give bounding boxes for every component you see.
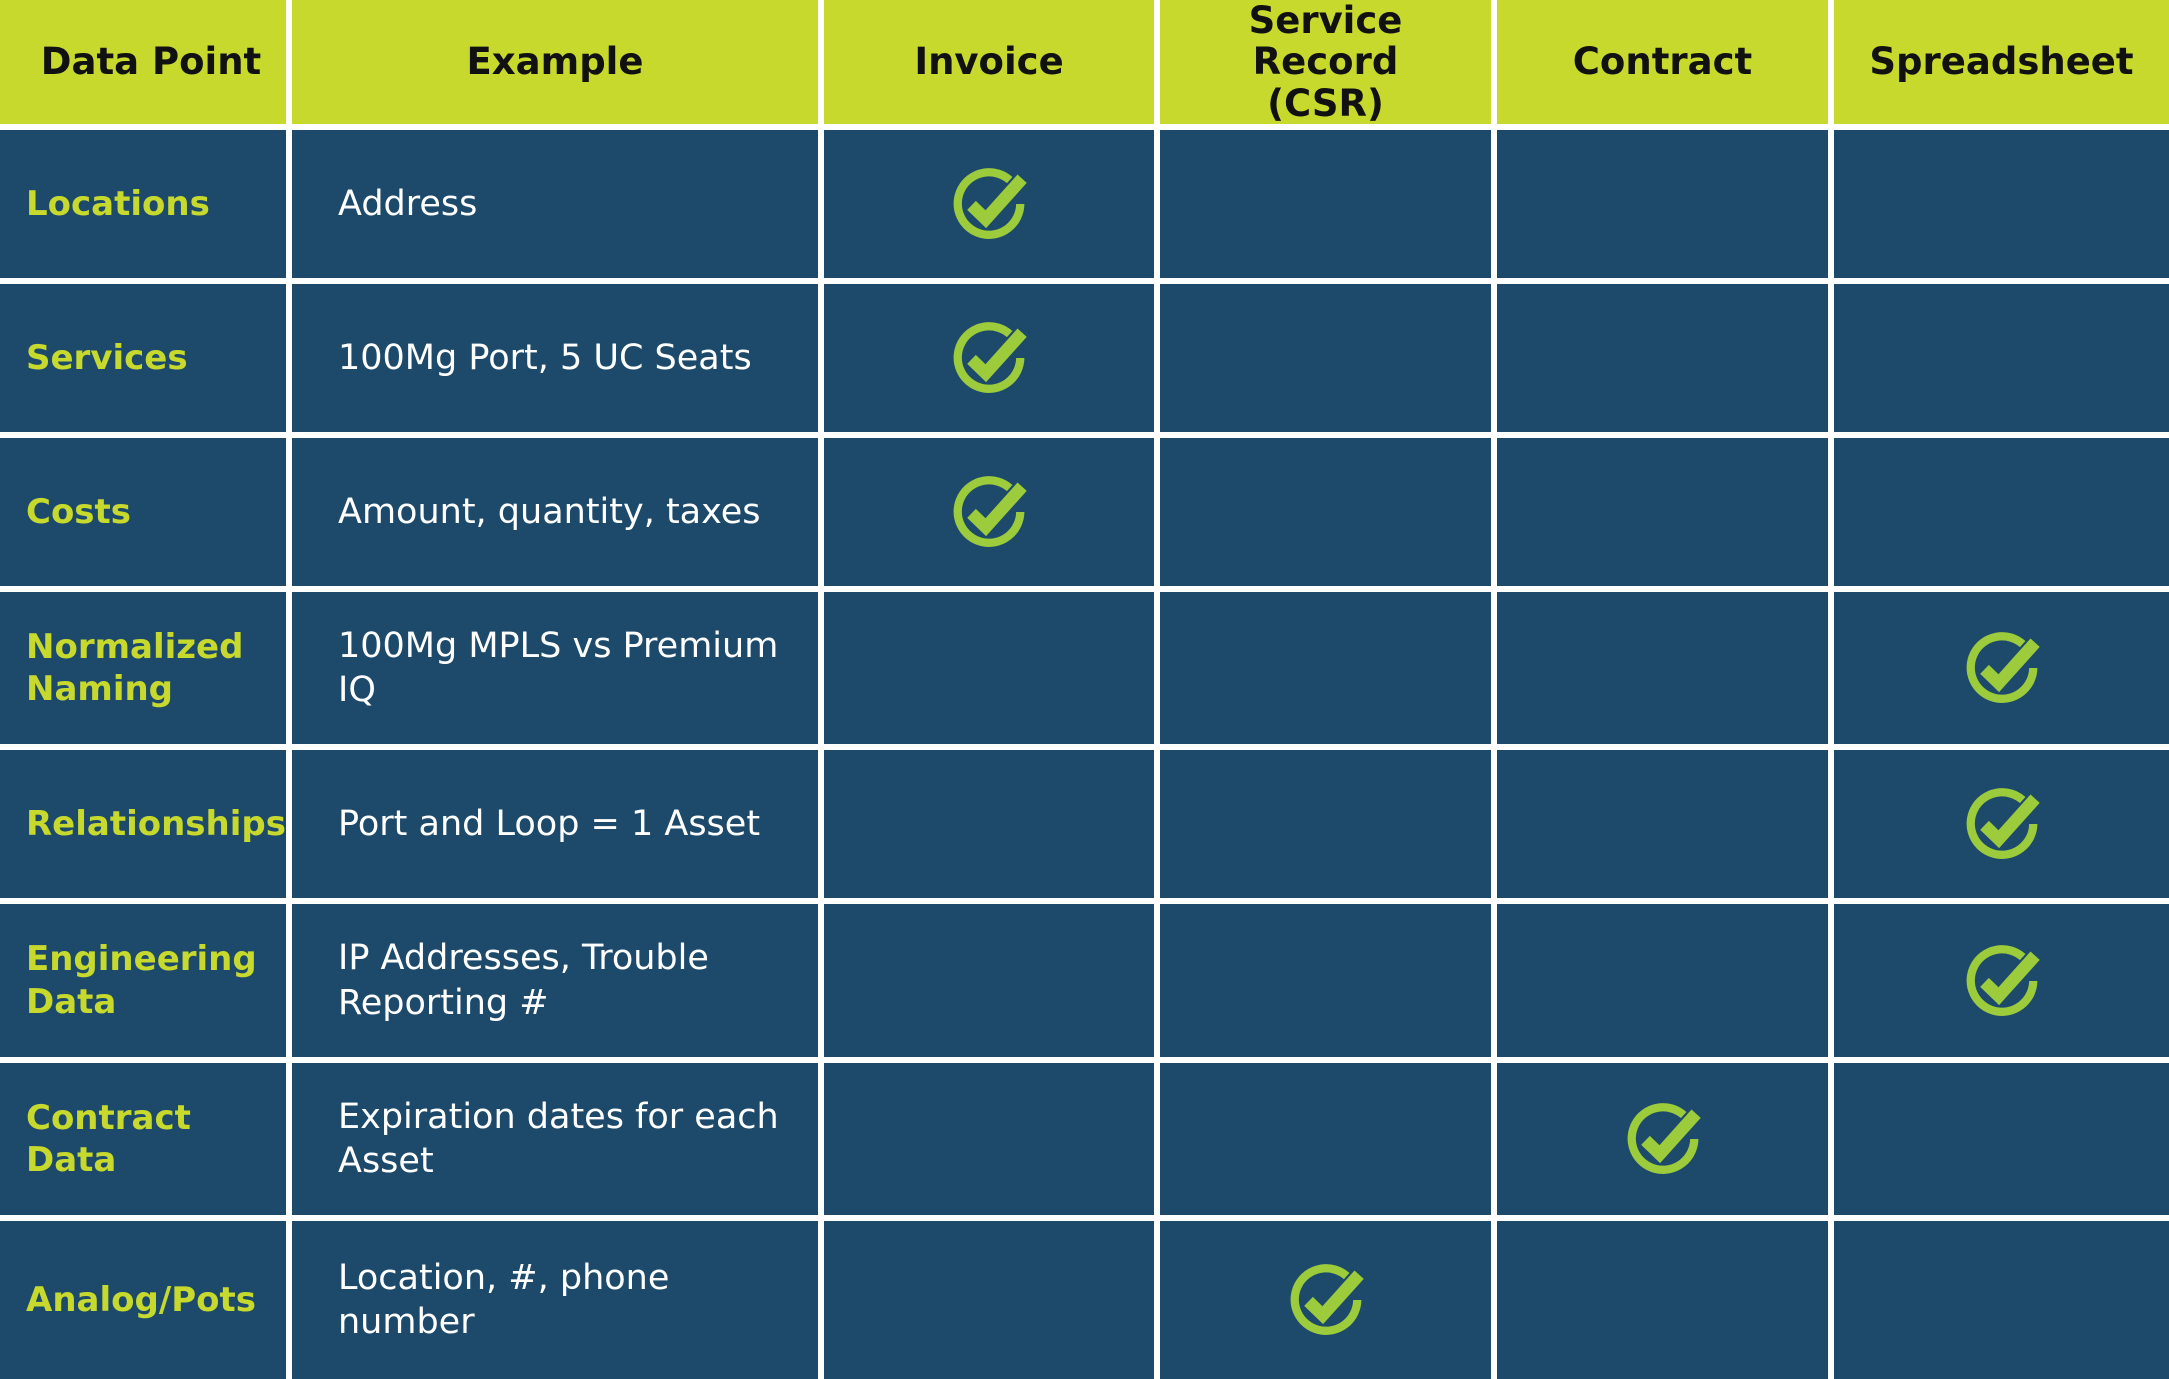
column-header-data-point: Data Point: [0, 0, 292, 131]
cell-data-point: Locations: [0, 130, 292, 285]
circle-check-icon: [1956, 778, 2048, 870]
cell-contract: [1497, 592, 1834, 751]
table-row: Locations Address: [0, 130, 2169, 285]
column-header-csr-line2: (CSR): [1267, 81, 1384, 125]
circle-check-icon: [1617, 1093, 1709, 1185]
table-row: Normalized Naming 100Mg MPLS vs Premium I…: [0, 592, 2169, 751]
table-row: Analog/Pots Location, #, phone number: [0, 1220, 2169, 1379]
table-body: Locations Address Services 100Mg Port, 5 UC…: [0, 130, 2169, 1379]
cell-data-point: Normalized Naming: [0, 592, 292, 751]
column-header-spreadsheet: Spreadsheet: [1834, 0, 2169, 131]
cell-contract: [1497, 130, 1834, 285]
circle-check-icon: [1956, 935, 2048, 1027]
circle-check-icon: [1280, 1254, 1372, 1346]
cell-example: Address: [292, 130, 824, 285]
cell-csr: [1160, 284, 1497, 439]
data-source-matrix-table: Data Point Example Invoice Service Recor…: [0, 0, 2169, 1379]
header-row: Data Point Example Invoice Service Recor…: [0, 0, 2169, 131]
cell-contract: [1497, 750, 1834, 905]
cell-contract: [1497, 284, 1834, 439]
cell-example: 100Mg MPLS vs Premium IQ: [292, 592, 824, 751]
table-row: Engineering Data IP Addresses, Trouble Re…: [0, 904, 2169, 1063]
cell-csr: [1160, 1062, 1497, 1221]
cell-spreadsheet: [1834, 1220, 2169, 1379]
cell-example: IP Addresses, Trouble Reporting #: [292, 904, 824, 1063]
cell-data-point: Services: [0, 284, 292, 439]
column-header-csr-line1: Service Record: [1248, 0, 1403, 84]
cell-contract: [1497, 1220, 1834, 1379]
cell-spreadsheet: [1834, 1062, 2169, 1221]
cell-invoice: [824, 904, 1160, 1063]
column-header-invoice: Invoice: [824, 0, 1160, 131]
cell-invoice: [824, 1062, 1160, 1221]
cell-contract: [1497, 438, 1834, 593]
cell-spreadsheet: [1834, 904, 2169, 1063]
cell-data-point: Costs: [0, 438, 292, 593]
cell-example: Port and Loop = 1 Asset: [292, 750, 824, 905]
column-header-contract: Contract: [1497, 0, 1834, 131]
cell-invoice: [824, 130, 1160, 285]
cell-csr: [1160, 438, 1497, 593]
table-row: Costs Amount, quantity, taxes: [0, 438, 2169, 593]
cell-invoice: [824, 750, 1160, 905]
cell-spreadsheet: [1834, 438, 2169, 593]
cell-contract: [1497, 1062, 1834, 1221]
cell-contract: [1497, 904, 1834, 1063]
cell-data-point: Relationships: [0, 750, 292, 905]
table-header: Data Point Example Invoice Service Recor…: [0, 0, 2169, 131]
cell-csr: [1160, 750, 1497, 905]
circle-check-icon: [943, 158, 1035, 250]
circle-check-icon: [1956, 622, 2048, 714]
table-row: Relationships Port and Loop = 1 Asset: [0, 750, 2169, 905]
circle-check-icon: [943, 466, 1035, 558]
cell-invoice: [824, 1220, 1160, 1379]
cell-data-point: Analog/Pots: [0, 1220, 292, 1379]
cell-example: Location, #, phone number: [292, 1220, 824, 1379]
cell-csr: [1160, 592, 1497, 751]
cell-example: 100Mg Port, 5 UC Seats: [292, 284, 824, 439]
cell-csr: [1160, 130, 1497, 285]
cell-data-point: Contract Data: [0, 1062, 292, 1221]
cell-example: Expiration dates for each Asset: [292, 1062, 824, 1221]
cell-invoice: [824, 284, 1160, 439]
cell-invoice: [824, 592, 1160, 751]
cell-data-point: Engineering Data: [0, 904, 292, 1063]
cell-spreadsheet: [1834, 130, 2169, 285]
cell-csr: [1160, 904, 1497, 1063]
table-row: Contract Data Expiration dates for each A…: [0, 1062, 2169, 1221]
cell-csr: [1160, 1220, 1497, 1379]
column-header-service-record-csr: Service Record (CSR): [1160, 0, 1497, 131]
circle-check-icon: [943, 312, 1035, 404]
cell-spreadsheet: [1834, 592, 2169, 751]
column-header-example: Example: [292, 0, 824, 131]
cell-invoice: [824, 438, 1160, 593]
cell-spreadsheet: [1834, 750, 2169, 905]
cell-spreadsheet: [1834, 284, 2169, 439]
table-row: Services 100Mg Port, 5 UC Seats: [0, 284, 2169, 439]
cell-example: Amount, quantity, taxes: [292, 438, 824, 593]
